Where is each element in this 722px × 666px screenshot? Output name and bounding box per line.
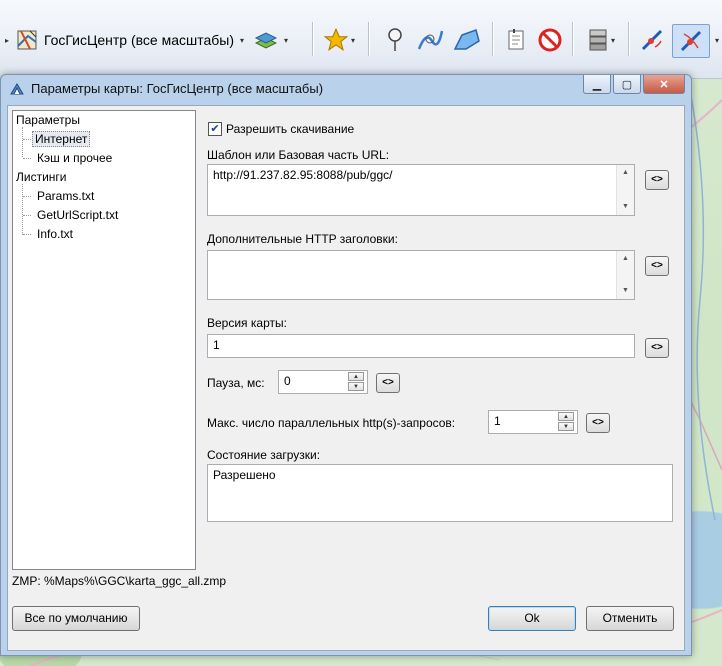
dialog-titlebar[interactable]: Параметры карты: ГосГисЦентр (все масшта…: [1, 75, 691, 103]
add-polygon-button[interactable]: [450, 24, 484, 56]
tree-item-listings[interactable]: Листинги: [16, 170, 66, 184]
marks-manager-button[interactable]: [500, 24, 532, 56]
toolbar-overflow-arrow[interactable]: ▸: [0, 24, 12, 56]
map-selector-label: ГосГисЦентр (все масштабы): [43, 32, 235, 48]
chevron-down-icon: ▾: [610, 35, 615, 45]
minimize-button[interactable]: ▁: [583, 75, 611, 94]
toolbar-more-arrow[interactable]: ▾: [710, 24, 722, 56]
minimize-icon: ▁: [592, 78, 602, 91]
url-template-scrollbar[interactable]: ▲ ▼: [616, 165, 634, 215]
gps-track-button[interactable]: [672, 24, 710, 58]
settings-tree[interactable]: Параметры Интернет Кэш и прочее Листинги…: [12, 110, 196, 570]
allow-download-label: Разрешить скачивание: [226, 122, 355, 136]
http-headers-label: Дополнительные HTTP заголовки:: [207, 232, 398, 246]
star-icon: [323, 27, 349, 52]
tree-item-info-txt[interactable]: Info.txt: [37, 227, 73, 241]
ok-button[interactable]: Ok: [488, 606, 576, 631]
notepad-icon: [508, 29, 524, 50]
map-version-label: Версия карты:: [207, 316, 287, 330]
maximize-button[interactable]: ▢: [613, 75, 641, 94]
url-template-field[interactable]: http://91.237.82.95:8088/pub/ggc/ ▲ ▼: [207, 164, 635, 216]
tree-item-cache[interactable]: Кэш и прочее: [37, 151, 112, 165]
map-params-dialog: Параметры карты: ГосГисЦентр (все масшта…: [0, 74, 692, 656]
favorites-button[interactable]: ▾: [318, 24, 360, 56]
polygon-icon: [453, 29, 480, 50]
scroll-up-icon[interactable]: ▲: [617, 165, 634, 181]
satellite-track-icon: [680, 30, 702, 52]
layers-icon: [254, 32, 278, 49]
load-state-label: Состояние загрузки:: [207, 448, 321, 462]
load-state-field: Разрешено: [207, 464, 673, 522]
cancel-button[interactable]: Отменить: [586, 606, 674, 631]
chevron-down-icon: ▾: [283, 35, 288, 45]
spin-down-icon[interactable]: ▼: [558, 422, 574, 431]
chevron-down-icon: ▾: [350, 35, 355, 45]
pin-icon: [388, 28, 402, 51]
hide-marks-button[interactable]: [534, 24, 566, 56]
map-selector-button[interactable]: ГосГисЦентр (все масштабы) ▾ ▾: [16, 24, 288, 56]
chevron-down-icon: ▾: [240, 35, 245, 45]
no-entry-icon: [538, 28, 562, 52]
zmp-path: ZMP: %Maps%\GGC\karta_ggc_all.zmp: [12, 574, 227, 588]
map-icon: [17, 30, 37, 50]
spin-up-icon[interactable]: ▲: [558, 412, 574, 421]
url-template-reset-button[interactable]: <>: [645, 170, 669, 190]
database-icon: [589, 29, 607, 51]
scroll-down-icon[interactable]: ▼: [617, 199, 634, 215]
tree-item-internet[interactable]: Интернет: [32, 131, 91, 147]
add-point-button[interactable]: [380, 24, 410, 56]
scroll-down-icon[interactable]: ▼: [617, 283, 634, 299]
add-path-button[interactable]: [414, 24, 446, 56]
satellite-icon: [641, 29, 663, 51]
load-state-value: Разрешено: [213, 468, 276, 482]
http-headers-field[interactable]: ▲ ▼: [207, 250, 635, 300]
cache-mode-button[interactable]: ▾: [580, 24, 622, 56]
map-version-reset-button[interactable]: <>: [645, 338, 669, 358]
allow-download-checkbox[interactable]: ✔: [208, 122, 222, 136]
maximize-icon: ▢: [621, 78, 633, 91]
tree-item-geturlscript-txt[interactable]: GetUrlScript.txt: [37, 208, 118, 222]
max-requests-spinner[interactable]: ▲ ▼: [558, 412, 574, 432]
gps-button[interactable]: [636, 24, 668, 56]
http-headers-scrollbar[interactable]: ▲ ▼: [616, 251, 634, 299]
pause-spinner[interactable]: ▲ ▼: [348, 372, 364, 392]
checkmark-icon: ✔: [210, 123, 220, 135]
spin-up-icon[interactable]: ▲: [348, 372, 364, 381]
http-headers-reset-button[interactable]: <>: [645, 256, 669, 276]
spin-down-icon[interactable]: ▼: [348, 382, 364, 391]
path-icon: [417, 30, 444, 50]
pause-label: Пауза, мс:: [207, 376, 265, 390]
main-toolbar: ▸ ГосГисЦентр (все масштабы) ▾ ▾ ▾ ▾ ▾: [0, 0, 722, 79]
scroll-up-icon[interactable]: ▲: [617, 251, 634, 267]
tree-item-params-txt[interactable]: Params.txt: [37, 189, 94, 203]
max-requests-label: Макс. число параллельных http(s)-запросо…: [207, 416, 456, 430]
close-button[interactable]: ✕: [643, 75, 685, 94]
pause-reset-button[interactable]: <>: [376, 373, 400, 393]
dialog-title: Параметры карты: ГосГисЦентр (все масшта…: [31, 81, 324, 96]
close-icon: ✕: [659, 78, 669, 91]
dialog-client: Параметры Интернет Кэш и прочее Листинги…: [7, 105, 685, 651]
app-icon: [10, 83, 24, 95]
tree-item-params[interactable]: Параметры: [16, 113, 80, 127]
map-version-field[interactable]: 1: [207, 334, 635, 358]
max-requests-reset-button[interactable]: <>: [586, 413, 610, 433]
url-template-label: Шаблон или Базовая часть URL:: [207, 148, 390, 162]
url-template-value: http://91.237.82.95:8088/pub/ggc/: [213, 168, 393, 182]
defaults-button[interactable]: Все по умолчанию: [12, 606, 140, 631]
